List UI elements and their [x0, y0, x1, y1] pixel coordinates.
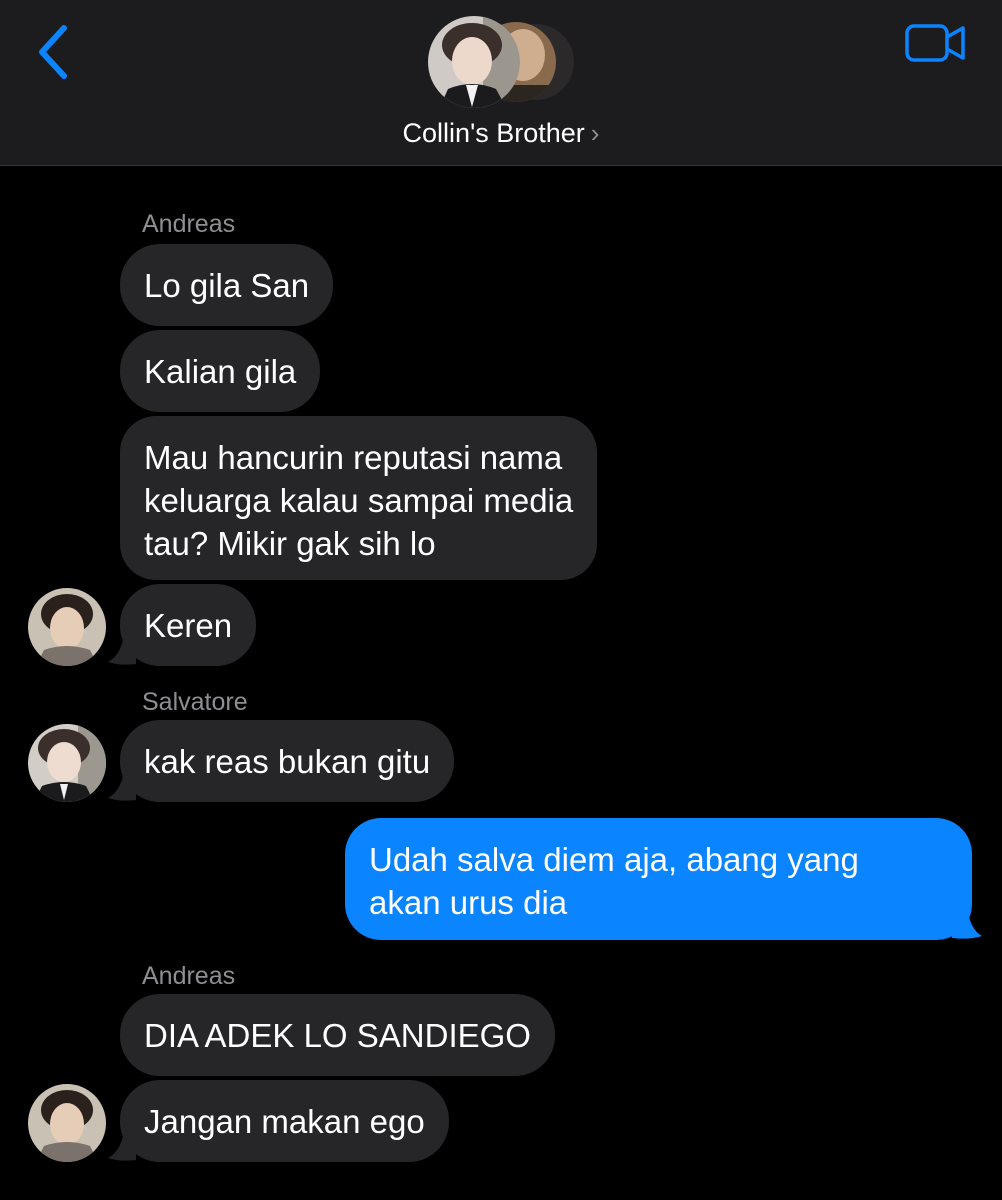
sender-name: Andreas — [142, 210, 236, 238]
avatar-andreas — [28, 1084, 106, 1162]
chevron-right-icon: › — [590, 118, 600, 148]
message-text-line: Mau hancurin reputasi nama — [144, 439, 563, 476]
conversation-title-text: Collin's Brother — [402, 118, 585, 148]
conversation-header: Collin's Brother › — [0, 0, 1002, 166]
message-bubble-incoming[interactable]: Jangan makan ego — [120, 1080, 449, 1162]
message-bubble-outgoing[interactable]: Udah salva diem aja, abang yang akan uru… — [345, 818, 972, 940]
message-text: Keren — [144, 607, 233, 644]
message-bubble-incoming[interactable]: Mau hancurin reputasi nama keluarga kala… — [120, 416, 598, 580]
message-bubble-incoming[interactable]: kak reas bukan gitu — [120, 720, 455, 802]
message-text-line: Udah salva diem aja, abang yang — [369, 841, 859, 878]
message-bubble-incoming[interactable]: Keren — [120, 584, 257, 666]
message-text-line: akan urus dia — [369, 884, 568, 921]
video-call-button[interactable] — [904, 22, 968, 66]
message-text: Kalian gila — [144, 353, 297, 390]
video-camera-icon — [905, 24, 965, 62]
chevron-left-icon — [39, 25, 67, 79]
sender-name: Andreas — [142, 962, 236, 990]
message-bubble-incoming[interactable]: Kalian gila — [120, 330, 321, 412]
group-avatar-stack[interactable] — [428, 15, 578, 111]
avatar[interactable] — [28, 1084, 106, 1162]
message-text-line: keluarga kalau sampai media — [144, 482, 574, 519]
message-bubble-incoming[interactable]: DIA ADEK LO SANDIEGO — [120, 994, 555, 1076]
message-text: DIA ADEK LO SANDIEGO — [144, 1017, 531, 1054]
avatar-salvatore — [28, 724, 106, 802]
message-text-line: tau? Mikir gak sih lo — [144, 525, 436, 562]
message-bubble-incoming[interactable]: Lo gila San — [120, 244, 334, 326]
message-text: Lo gila San — [144, 267, 310, 304]
avatar[interactable] — [28, 724, 106, 802]
message-text: Jangan makan ego — [144, 1103, 425, 1140]
sender-name: Salvatore — [142, 688, 248, 716]
message-text: kak reas bukan gitu — [144, 743, 431, 780]
conversation-title[interactable]: Collin's Brother › — [0, 118, 1002, 149]
avatar-andreas — [28, 588, 106, 666]
avatar[interactable] — [28, 588, 106, 666]
back-button[interactable] — [30, 20, 78, 80]
